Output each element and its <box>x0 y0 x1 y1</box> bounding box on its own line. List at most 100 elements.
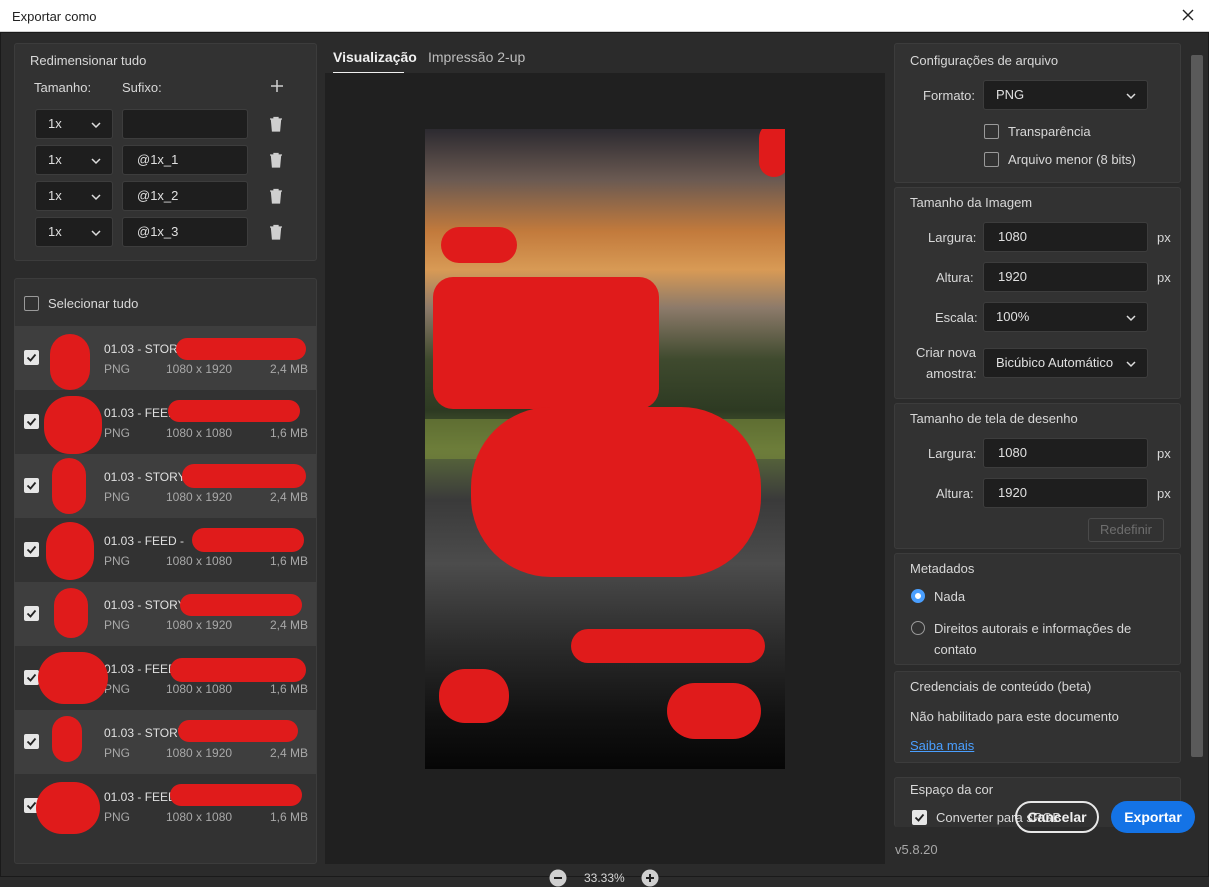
file-row[interactable]: 01.03 - FEED PNG 1080 x 1080 1,6 MB <box>14 774 316 838</box>
convert-srgb-checkbox[interactable] <box>912 810 927 825</box>
tab-print-2up[interactable]: Impressão 2-up <box>428 49 525 65</box>
file-checkbox[interactable] <box>24 734 39 749</box>
file-size: 1,6 MB <box>269 426 308 440</box>
redaction-mark <box>52 716 82 762</box>
image-height-label: Altura: <box>936 270 974 285</box>
file-checkbox[interactable] <box>24 670 39 685</box>
file-dimensions: 1080 x 1080 <box>166 426 233 440</box>
title-bar: Exportar como <box>0 0 1209 32</box>
export-dialog: Redimensionar tudo Tamanho: Sufixo: 1x 1… <box>0 32 1209 887</box>
radio-copyright[interactable] <box>911 621 925 635</box>
file-name: 01.03 - FEED <box>104 790 177 804</box>
file-checkbox[interactable] <box>24 414 39 429</box>
check-icon <box>26 673 37 682</box>
transparency-checkbox[interactable] <box>984 124 999 139</box>
trash-icon[interactable] <box>267 151 285 169</box>
file-dimensions: 1080 x 1920 <box>166 362 233 376</box>
redaction-mark <box>44 396 102 454</box>
trash-icon[interactable] <box>267 187 285 205</box>
file-checkbox[interactable] <box>24 478 39 493</box>
file-row[interactable]: 01.03 - FEED PNG 1080 x 1080 1,6 MB <box>14 390 316 454</box>
scrollbar-thumb[interactable] <box>1191 55 1203 757</box>
radio-none-label: Nada <box>934 589 966 604</box>
suffix-input-4[interactable]: @1x_3 <box>122 217 248 247</box>
scale-select-1[interactable]: 1x <box>35 109 113 139</box>
chevron-down-icon <box>91 194 101 201</box>
file-name: 01.03 - FEED <box>104 406 177 420</box>
trash-icon[interactable] <box>267 223 285 241</box>
redaction-mark <box>571 629 765 663</box>
zoom-out-icon[interactable] <box>549 869 567 887</box>
image-width-input[interactable]: 1080 <box>983 222 1148 252</box>
resample-label-1: Criar nova <box>916 345 976 360</box>
px-unit: px <box>1157 446 1171 461</box>
canvas-height-label: Altura: <box>936 486 974 501</box>
scale-label: Escala: <box>935 310 978 325</box>
file-checkbox[interactable] <box>24 542 39 557</box>
image-height-input[interactable]: 1920 <box>983 262 1148 292</box>
file-dimensions: 1080 x 1080 <box>166 810 233 824</box>
canvas-size-panel: Tamanho de tela de desenho Largura: 1080… <box>894 403 1181 549</box>
tab-preview[interactable]: Visualização <box>333 49 417 65</box>
scale-select-3[interactable]: 1x <box>35 181 113 211</box>
zoom-in-icon[interactable] <box>641 869 659 887</box>
file-format: PNG <box>104 810 131 824</box>
resize-title: Redimensionar tudo <box>30 53 147 68</box>
redaction-mark <box>46 522 94 580</box>
redaction-mark <box>192 528 304 552</box>
scale-select[interactable]: 100% <box>983 302 1148 332</box>
redaction-mark <box>54 588 88 638</box>
canvas-width-input[interactable]: 1080 <box>983 438 1148 468</box>
file-row[interactable]: 01.03 - STORY PNG 1080 x 1920 2,4 MB <box>14 710 316 774</box>
canvas-height-input[interactable]: 1920 <box>983 478 1148 508</box>
file-row[interactable]: 01.03 - FEED - PNG 1080 x 1080 1,6 MB <box>14 518 316 582</box>
redaction-mark <box>38 652 108 704</box>
export-button[interactable]: Exportar <box>1111 801 1195 833</box>
select-all-checkbox[interactable] <box>24 296 39 311</box>
suffix-input-1[interactable] <box>122 109 248 139</box>
file-row[interactable]: 01.03 - STORY PNG 1080 x 1920 2,4 MB <box>14 326 316 390</box>
smaller-file-checkbox[interactable] <box>984 152 999 167</box>
chevron-down-icon <box>91 230 101 237</box>
file-name: 01.03 - STORY <box>104 726 186 740</box>
redaction-mark <box>439 669 509 723</box>
file-row[interactable]: 01.03 - STORY PNG 1080 x 1920 2,4 MB <box>14 454 316 518</box>
redaction-mark <box>170 658 306 682</box>
resample-select[interactable]: Bicúbico Automático <box>983 348 1148 378</box>
image-size-panel: Tamanho da Imagem Largura: 1080 px Altur… <box>894 187 1181 399</box>
scale-select-4[interactable]: 1x <box>35 217 113 247</box>
file-checkbox[interactable] <box>24 350 39 365</box>
trash-icon[interactable] <box>267 115 285 133</box>
chevron-down-icon <box>1126 361 1136 368</box>
credentials-title: Credenciais de conteúdo (beta) <box>910 679 1092 694</box>
suffix-input-3[interactable]: @1x_2 <box>122 181 248 211</box>
file-row[interactable]: 01.03 - STORY PNG 1080 x 1920 2,4 MB <box>14 582 316 646</box>
file-row[interactable]: 01.03 - FEED PNG 1080 x 1080 1,6 MB <box>14 646 316 710</box>
resize-panel: Redimensionar tudo Tamanho: Sufixo: 1x 1… <box>14 43 317 261</box>
file-checkbox[interactable] <box>24 606 39 621</box>
add-icon[interactable] <box>270 79 284 93</box>
check-icon <box>26 737 37 746</box>
format-select[interactable]: PNG <box>983 80 1148 110</box>
file-name: 01.03 - FEED - <box>104 534 185 548</box>
file-dimensions: 1080 x 1080 <box>166 554 233 568</box>
close-icon[interactable] <box>1179 6 1197 24</box>
canvas-width-label: Largura: <box>928 446 977 461</box>
color-space-title: Espaço da cor <box>910 782 994 797</box>
scale-select-2[interactable]: 1x <box>35 145 113 175</box>
reset-button[interactable]: Redefinir <box>1088 518 1164 542</box>
redaction-mark <box>170 784 302 806</box>
learn-more-link[interactable]: Saiba mais <box>910 738 974 753</box>
redaction-mark <box>759 129 785 177</box>
metadata-title: Metadados <box>910 561 975 576</box>
suffix-input-2[interactable]: @1x_1 <box>122 145 248 175</box>
redaction-mark <box>36 782 100 834</box>
cancel-button[interactable]: Cancelar <box>1015 801 1099 833</box>
check-icon <box>26 609 37 618</box>
window-title: Exportar como <box>12 9 97 24</box>
preview-image <box>425 129 785 769</box>
radio-none[interactable] <box>911 589 925 603</box>
image-size-title: Tamanho da Imagem <box>910 195 1033 210</box>
file-settings-title: Configurações de arquivo <box>910 53 1059 68</box>
settings-scrollbar[interactable] <box>1190 43 1204 827</box>
